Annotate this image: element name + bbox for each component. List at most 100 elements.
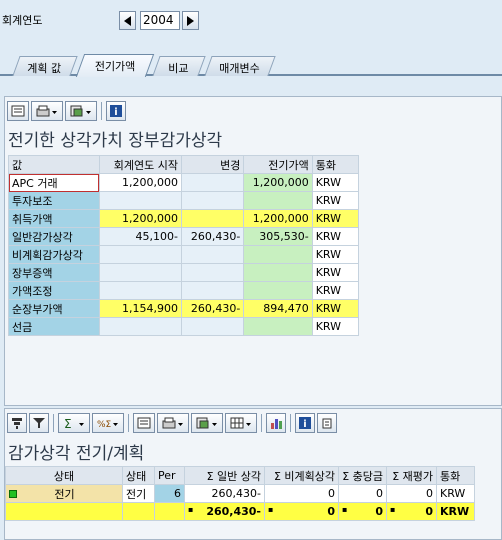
column-header-posted[interactable]: 전기가액 bbox=[243, 155, 313, 174]
export-menu-button[interactable] bbox=[191, 413, 223, 433]
subtotal-dropdown-icon: %Σ bbox=[97, 420, 118, 429]
fiscal-year-input[interactable]: 2004 bbox=[140, 11, 180, 30]
table-row[interactable]: 투자보조 KRW bbox=[8, 191, 360, 210]
row-label[interactable]: 가액조정 bbox=[8, 281, 100, 300]
posted-cell bbox=[243, 245, 313, 264]
total-row[interactable]: ▪ 260,430- ▪ 0 ▪ 0 ▪ 0 KRW bbox=[5, 502, 475, 521]
currency-cell: KRW bbox=[311, 191, 360, 210]
next-year-button[interactable] bbox=[182, 11, 199, 30]
table-row[interactable]: 전기 전기 6 260,430- 0 0 0 KRW bbox=[5, 484, 475, 503]
column-header-status[interactable]: 상태 bbox=[122, 466, 155, 485]
row-label[interactable]: 비계획감가상각 bbox=[8, 245, 100, 264]
info-button[interactable]: i bbox=[295, 413, 315, 433]
print-menu-button[interactable] bbox=[31, 101, 63, 121]
subtotal-menu-button[interactable]: %Σ bbox=[92, 413, 124, 433]
print-button[interactable] bbox=[133, 413, 155, 433]
table-row[interactable]: APC 거래 1,200,000 1,200,000 KRW bbox=[8, 173, 360, 192]
posted-cell: 1,200,000 bbox=[243, 209, 313, 228]
total-unplanned-depreciation-cell: ▪ 0 bbox=[264, 502, 339, 521]
details-button[interactable] bbox=[7, 101, 29, 121]
fy-start-cell: 1,200,000 bbox=[98, 209, 182, 228]
tab-posted-values[interactable]: 전기가액 bbox=[75, 54, 155, 77]
fy-start-cell: 45,100- bbox=[98, 227, 182, 246]
fy-start-cell bbox=[98, 191, 182, 210]
column-header-value[interactable]: 값 bbox=[8, 155, 100, 174]
printer-dropdown-icon bbox=[36, 105, 57, 117]
column-header-reserve[interactable]: Σ 충당금 bbox=[338, 466, 387, 485]
column-header-fy-start[interactable]: 회계연도 시작 bbox=[98, 155, 182, 174]
previous-year-button[interactable] bbox=[119, 11, 136, 30]
row-label[interactable]: 취득가액 bbox=[8, 209, 100, 228]
views-menu-button[interactable] bbox=[157, 413, 189, 433]
total-dot: ▪ bbox=[390, 505, 396, 514]
table-row[interactable]: 비계획감가상각 KRW bbox=[8, 245, 360, 264]
change-cell bbox=[180, 245, 245, 264]
export-menu-button[interactable] bbox=[65, 101, 97, 121]
triangle-left-icon bbox=[123, 15, 131, 26]
table-row[interactable]: 가액조정 KRW bbox=[8, 281, 360, 300]
export-dropdown-icon bbox=[196, 417, 217, 429]
svg-text:Σ: Σ bbox=[64, 417, 72, 429]
panel2-toolbar: Σ %Σ i bbox=[7, 412, 337, 434]
export-dropdown-icon bbox=[70, 105, 91, 117]
table-row[interactable]: 선금 KRW bbox=[8, 317, 360, 336]
panel1-toolbar: i bbox=[7, 100, 126, 122]
tab-parameters[interactable]: 매개변수 bbox=[204, 56, 276, 76]
row-label[interactable]: 선금 bbox=[8, 317, 100, 336]
table-row[interactable]: 취득가액 1,200,000 1,200,000 KRW bbox=[8, 209, 360, 228]
sum-menu-button[interactable]: Σ bbox=[58, 413, 90, 433]
posted-cell: 305,530- bbox=[243, 227, 313, 246]
row-label[interactable]: 일반감가상각 bbox=[8, 227, 100, 246]
status-cell[interactable]: 전기 bbox=[5, 484, 123, 503]
fy-start-cell: 1,200,000 bbox=[98, 173, 182, 192]
filter-button[interactable] bbox=[29, 413, 49, 433]
depreciation-panel: Σ %Σ i 감가상각 전기/계획 상태 상태 Per Σ 일반 상각 Σ 비계… bbox=[4, 408, 502, 540]
sort-ascending-button[interactable] bbox=[7, 413, 27, 433]
filter-icon bbox=[33, 418, 45, 428]
tab-comparison[interactable]: 비교 bbox=[152, 56, 206, 76]
table-row[interactable]: 장부증액 KRW bbox=[8, 263, 360, 282]
status2-cell: 전기 bbox=[122, 484, 155, 503]
column-header-period[interactable]: Per bbox=[154, 466, 185, 485]
row-label[interactable]: 투자보조 bbox=[8, 191, 100, 210]
layout-grid-dropdown-icon bbox=[230, 417, 251, 429]
help-hand-icon bbox=[322, 418, 332, 429]
ordinary-depreciation-cell: 260,430- bbox=[184, 484, 265, 503]
tab-planned-values[interactable]: 계획 값 bbox=[12, 56, 78, 76]
total-dot: ▪ bbox=[342, 505, 348, 514]
chart-icon bbox=[271, 419, 282, 429]
column-header-currency[interactable]: 통화 bbox=[436, 466, 475, 485]
info-button[interactable]: i bbox=[106, 101, 126, 121]
column-header-currency[interactable]: 통화 bbox=[311, 155, 360, 174]
posted-values-panel: i 전기한 상각가치 장부감가상각 값 회계연도 시작 변경 전기가액 통화 A… bbox=[4, 96, 502, 406]
currency-cell: KRW bbox=[311, 263, 360, 282]
row-label[interactable]: 순장부가액 bbox=[8, 299, 100, 318]
chart-button[interactable] bbox=[266, 413, 286, 433]
table-row[interactable]: 순장부가액 1,154,900 260,430- 894,470 KRW bbox=[8, 299, 360, 318]
sum-dropdown-icon: Σ bbox=[64, 417, 84, 429]
green-square-icon bbox=[9, 489, 17, 498]
column-header-ordinary-depreciation[interactable]: Σ 일반 상각 bbox=[184, 466, 265, 485]
currency-cell: KRW bbox=[311, 281, 360, 300]
help-button[interactable] bbox=[317, 413, 337, 433]
triangle-right-icon bbox=[186, 15, 194, 26]
table-row[interactable]: 일반감가상각 45,100- 260,430- 305,530- KRW bbox=[8, 227, 360, 246]
column-header-status-icon[interactable]: 상태 bbox=[5, 466, 123, 485]
column-header-change[interactable]: 변경 bbox=[180, 155, 245, 174]
column-header-unplanned-depreciation[interactable]: Σ 비계획상각 bbox=[264, 466, 339, 485]
change-cell: 260,430- bbox=[180, 227, 245, 246]
change-cell bbox=[180, 317, 245, 336]
posted-cell bbox=[243, 263, 313, 282]
row-label[interactable]: 장부증액 bbox=[8, 263, 100, 282]
currency-cell: KRW bbox=[311, 245, 360, 264]
column-header-revaluation[interactable]: Σ 재평가 bbox=[386, 466, 437, 485]
layout-menu-button[interactable] bbox=[225, 413, 257, 433]
change-cell bbox=[180, 209, 245, 228]
panel1-title: 전기한 상각가치 장부감가상각 bbox=[8, 131, 223, 151]
posted-cell bbox=[243, 281, 313, 300]
posted-values-table: 값 회계연도 시작 변경 전기가액 통화 APC 거래 1,200,000 1,… bbox=[8, 155, 360, 336]
svg-text:i: i bbox=[114, 107, 117, 117]
document-icon bbox=[137, 417, 151, 429]
row-label[interactable]: APC 거래 bbox=[8, 173, 100, 192]
fy-start-cell bbox=[98, 317, 182, 336]
